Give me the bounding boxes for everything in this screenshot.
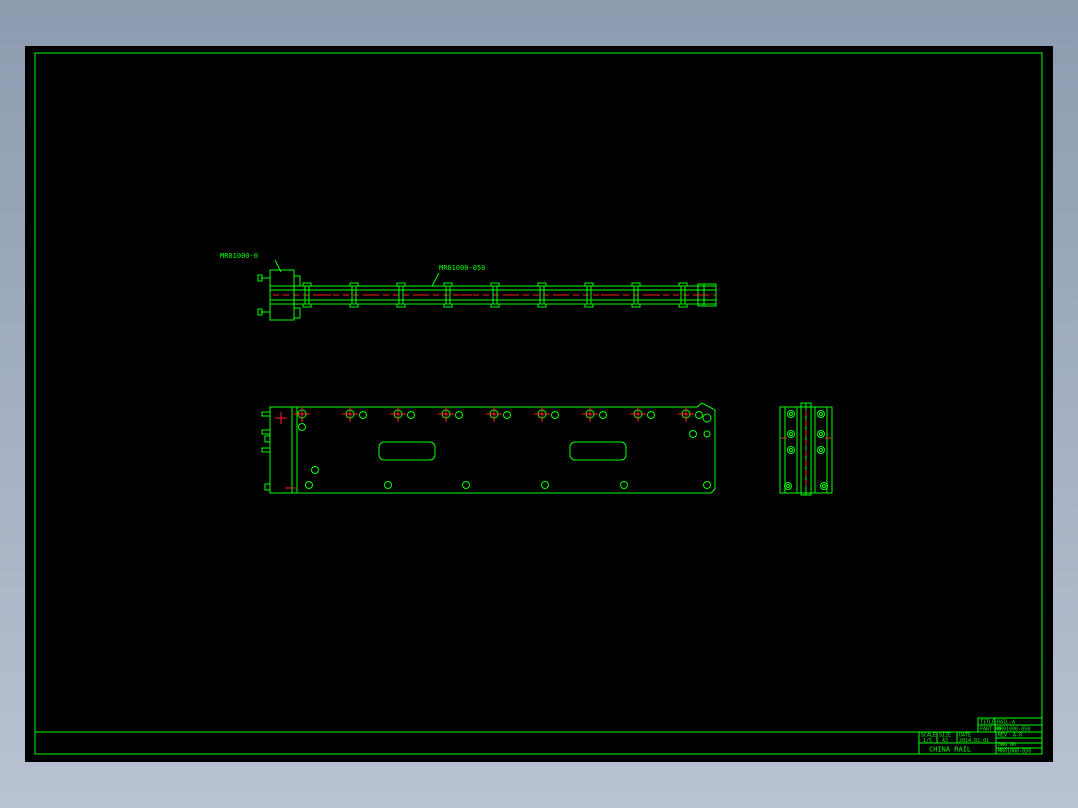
rail-clip — [490, 303, 500, 308]
plate-hole-aux — [599, 411, 607, 419]
rail-clip — [584, 303, 594, 308]
side-hole-inner — [819, 448, 823, 452]
plate-slot-2 — [569, 441, 627, 461]
tb-date-value: 2014.02.01 — [959, 738, 989, 744]
rail-clip — [349, 282, 359, 287]
plate-holes — [294, 407, 712, 489]
drawing-canvas[interactable]: MR01000-0 MR01000-050 TITLE RAIL-A PART … — [25, 46, 1053, 762]
side-hole — [787, 430, 795, 438]
rail-clip — [631, 282, 641, 287]
callout-rail-part: MR01000-050 — [439, 264, 485, 272]
side-hole — [820, 482, 828, 490]
left-block-lug-top — [293, 275, 301, 287]
tb-scale-value: 1/5 — [923, 738, 932, 744]
plate-hole-bottom — [311, 466, 319, 474]
rail-clip — [678, 282, 688, 287]
tb-dwg-value: MR01000-050 — [998, 749, 1031, 755]
plate-hole-aux — [455, 411, 463, 419]
rail-clip — [302, 282, 312, 287]
plate-hole-left — [298, 423, 306, 431]
rail-clip — [443, 282, 453, 287]
side-hole — [817, 410, 825, 418]
plate-hole-right — [702, 413, 712, 423]
rail-clip — [396, 282, 406, 287]
tb-dwg-label: DWG NO — [998, 742, 1016, 748]
plate-hole-bottom — [541, 481, 549, 489]
tb-rev-label: REV — [998, 733, 1007, 739]
plate-hole-bottom — [384, 481, 392, 489]
side-hole-inner — [819, 412, 823, 416]
plate-hole-aux — [647, 411, 655, 419]
callout-leader-rail — [431, 272, 440, 287]
side-hole — [817, 430, 825, 438]
side-hole — [784, 482, 792, 490]
rail-clip — [349, 303, 359, 308]
side-hole — [787, 446, 795, 454]
side-hole-inner — [819, 432, 823, 436]
plate-slot-1 — [378, 441, 436, 461]
side-inner-right — [814, 406, 828, 494]
tb-size-value: A3 — [942, 738, 948, 744]
sheet-border — [34, 52, 1043, 755]
side-hole — [787, 410, 795, 418]
plate-hole-bottom — [305, 481, 313, 489]
plate-hole-bottom — [620, 481, 628, 489]
rail-clip — [584, 282, 594, 287]
tb-company: CHINA RAIL — [929, 746, 971, 754]
side-hole — [817, 446, 825, 454]
plate-hole-aux — [503, 411, 511, 419]
side-hole-inner — [822, 484, 826, 488]
side-hole-inner — [789, 432, 793, 436]
plate-hole-aux — [695, 411, 703, 419]
plate-hole-bottom — [703, 481, 711, 489]
title-block[interactable]: TITLE RAIL-A PART NO MR01000-050 SCALE 1… — [918, 717, 1043, 755]
plate-hole-aux — [407, 411, 415, 419]
rail-clip — [490, 282, 500, 287]
tb-rev-value: A-0 — [1013, 733, 1022, 739]
plate-hole-right — [689, 430, 697, 438]
rail-clip — [443, 303, 453, 308]
plate-hole-aux — [551, 411, 559, 419]
tb-row1-value: RAIL-A — [997, 720, 1015, 726]
callout-left-part: MR01000-0 — [220, 252, 258, 260]
side-view[interactable] — [779, 402, 833, 496]
plate-hole-right — [703, 430, 711, 438]
rail-clip — [537, 282, 547, 287]
side-hole-inner — [789, 448, 793, 452]
front-view[interactable] — [261, 402, 716, 494]
rail-clip — [631, 303, 641, 308]
side-hole-inner — [786, 484, 790, 488]
rail-clip — [537, 303, 547, 308]
rail-clip — [678, 303, 688, 308]
plate-hole-aux — [359, 411, 367, 419]
rail-clip — [302, 303, 312, 308]
cad-viewport[interactable]: MR01000-0 MR01000-050 TITLE RAIL-A PART … — [25, 46, 1053, 762]
plate-hole-bottom — [462, 481, 470, 489]
side-hole-inner — [789, 412, 793, 416]
rail-clip — [396, 303, 406, 308]
side-inner-left — [784, 406, 798, 494]
tb-row1-title: TITLE — [980, 720, 995, 726]
top-view[interactable]: MR01000-0 MR01000-050 — [220, 252, 717, 321]
left-block-lug-bottom — [293, 307, 301, 319]
plate-side-studs — [261, 411, 295, 491]
